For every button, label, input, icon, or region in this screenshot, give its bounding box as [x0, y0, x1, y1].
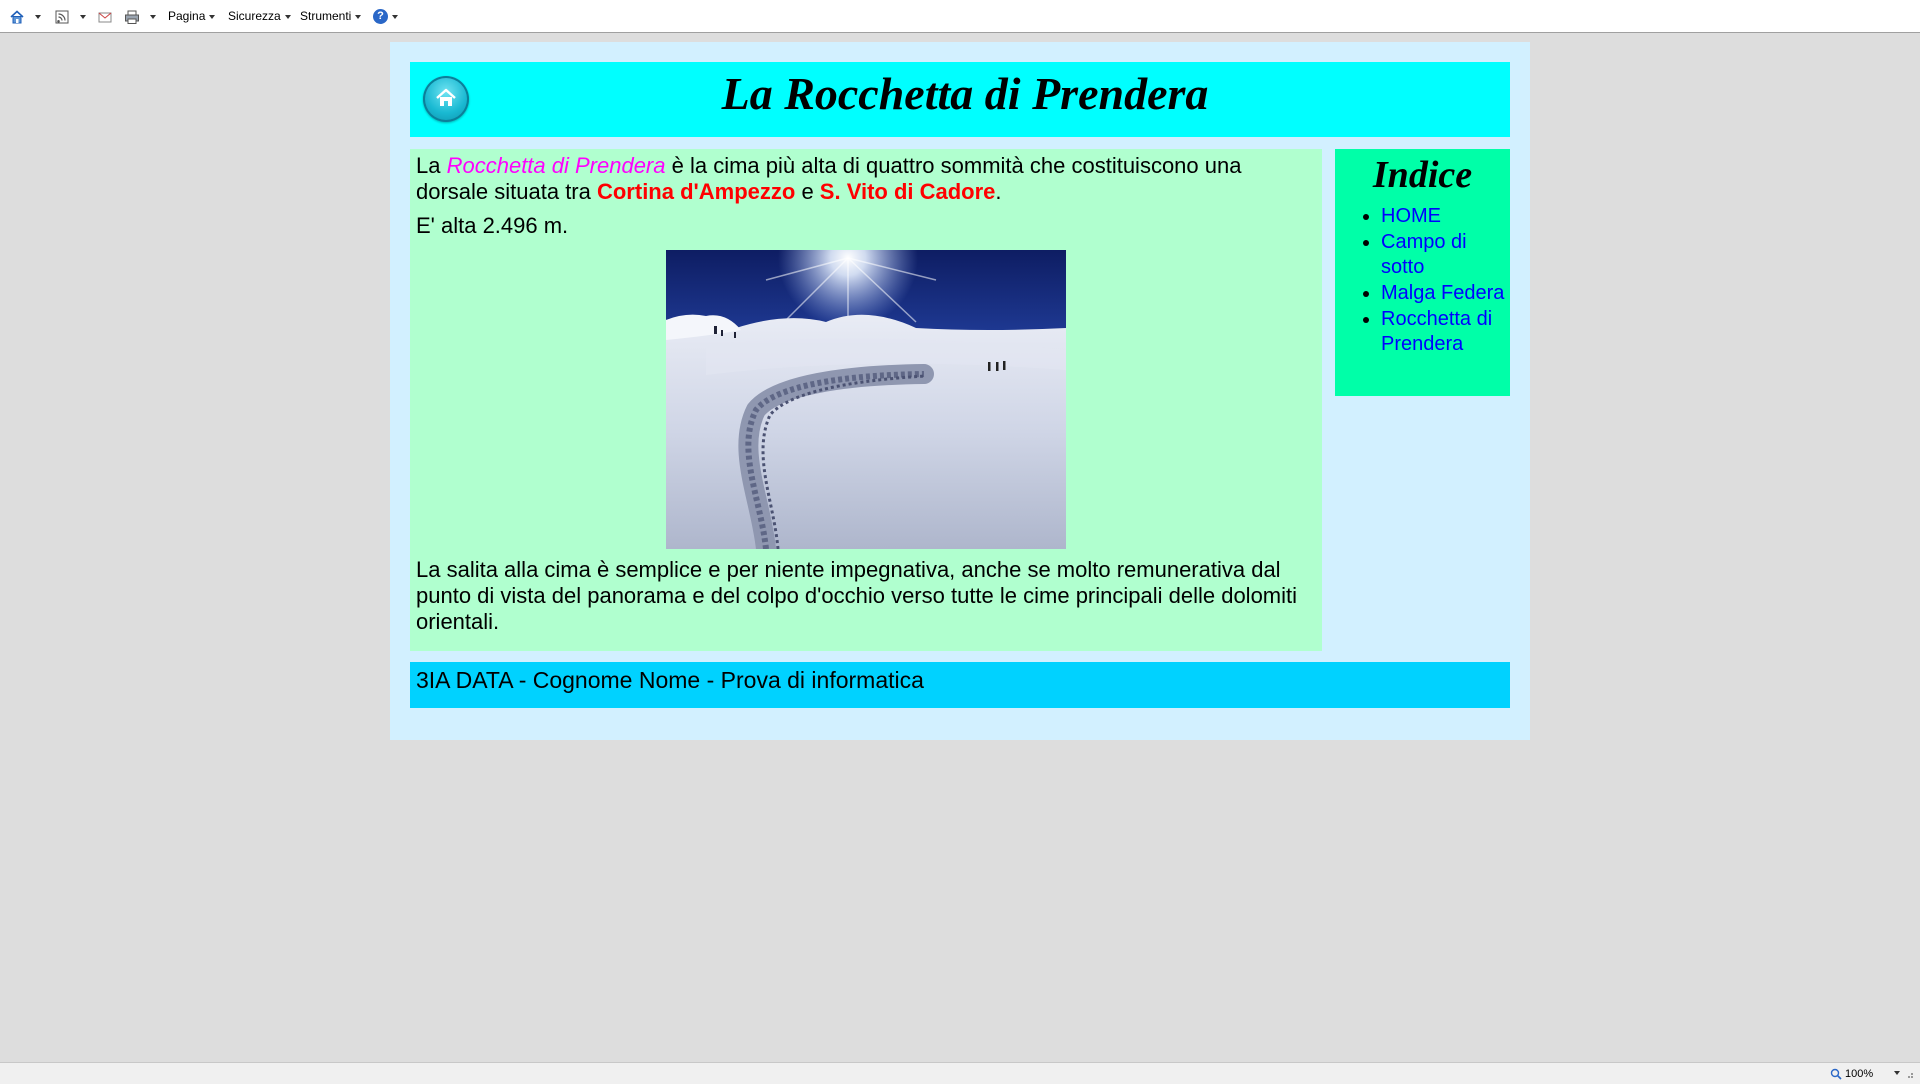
zoom-control[interactable]: 100%: [1830, 1067, 1900, 1080]
page-title: La Rocchetta di Prendera: [721, 68, 1209, 119]
mail-toolbar-button[interactable]: [97, 8, 113, 25]
main-content: La Rocchetta di Prendera è la cima più a…: [410, 149, 1322, 651]
home-icon: [10, 9, 24, 23]
index-link-rocchetta-di-prendera[interactable]: Rocchetta di Prendera: [1381, 308, 1492, 355]
sidebar-title: Indice: [1372, 154, 1473, 196]
index-item-rocchetta-di-prendera: Rocchetta di Prendera: [1381, 307, 1510, 357]
chevron-down-icon: [355, 14, 362, 19]
command-bar: Pagina Sicurezza Strumenti ?: [0, 0, 1920, 33]
feeds-icon: [55, 10, 69, 23]
place-cortina: Cortina d'Ampezzo: [596, 179, 796, 204]
intro-text-end: .: [995, 179, 1002, 204]
peak-name: Rocchetta di Prendera: [446, 153, 666, 178]
page-menu-label: Pagina: [168, 9, 206, 23]
sidebar-index: Indice HOME Campo di sotto Malga Federa …: [1335, 149, 1510, 396]
index-link-home[interactable]: HOME: [1381, 205, 1441, 227]
zoom-level: 100%: [1845, 1067, 1874, 1080]
place-san-vito: S. Vito di Cadore: [819, 179, 996, 204]
help-icon: ?: [373, 9, 388, 24]
home-icon: [436, 88, 456, 106]
page-menu[interactable]: Pagina: [168, 8, 216, 25]
chevron-down-icon: [392, 14, 398, 19]
footer-text: 3IA DATA - Cognome Nome - Prova di infor…: [416, 667, 924, 693]
status-bar: 100%: [0, 1062, 1920, 1084]
snowfield-ski-tracks-photo: [666, 250, 1066, 549]
intro-paragraph: La Rocchetta di Prendera è la cima più a…: [416, 153, 1316, 205]
index-item-malga-federa: Malga Federa: [1381, 281, 1510, 306]
print-toolbar-button[interactable]: [124, 8, 156, 25]
home-toolbar-button[interactable]: [9, 8, 41, 25]
zoom-icon: [1830, 1068, 1842, 1080]
print-icon: [125, 10, 139, 24]
chevron-down-icon[interactable]: [80, 14, 86, 19]
feeds-toolbar-button[interactable]: [54, 8, 86, 25]
intro-text-start: La: [416, 153, 447, 178]
index-item-campo-di-sotto: Campo di sotto: [1381, 230, 1510, 280]
page-footer: 3IA DATA - Cognome Nome - Prova di infor…: [410, 662, 1510, 708]
altitude-paragraph: E' alta 2.496 m.: [416, 213, 569, 238]
intro-text-conjunction: e: [795, 179, 820, 204]
mail-icon: [98, 12, 112, 22]
index-list: HOME Campo di sotto Malga Federa Rocchet…: [1335, 204, 1510, 358]
climb-paragraph: La salita alla cima è semplice e per nie…: [416, 557, 1298, 634]
home-button[interactable]: [423, 76, 469, 122]
tools-menu[interactable]: Strumenti: [300, 8, 362, 25]
index-link-malga-federa[interactable]: Malga Federa: [1381, 282, 1504, 304]
index-link-campo-di-sotto[interactable]: Campo di sotto: [1381, 231, 1467, 278]
chevron-down-icon[interactable]: [150, 14, 156, 19]
chevron-down-icon[interactable]: [35, 14, 41, 19]
chevron-down-icon: [284, 14, 291, 19]
page-container: La Rocchetta di Prendera La Rocchetta di…: [390, 42, 1530, 740]
security-menu[interactable]: Sicurezza: [228, 8, 291, 25]
security-menu-label: Sicurezza: [228, 9, 281, 23]
page-header: La Rocchetta di Prendera: [410, 62, 1510, 137]
tools-menu-label: Strumenti: [300, 9, 352, 23]
chevron-down-icon: [1894, 1071, 1900, 1075]
help-menu[interactable]: ?: [373, 8, 398, 25]
chevron-down-icon: [209, 14, 216, 19]
resize-grip-icon[interactable]: [1904, 1069, 1914, 1079]
index-item-home: HOME: [1381, 204, 1510, 229]
